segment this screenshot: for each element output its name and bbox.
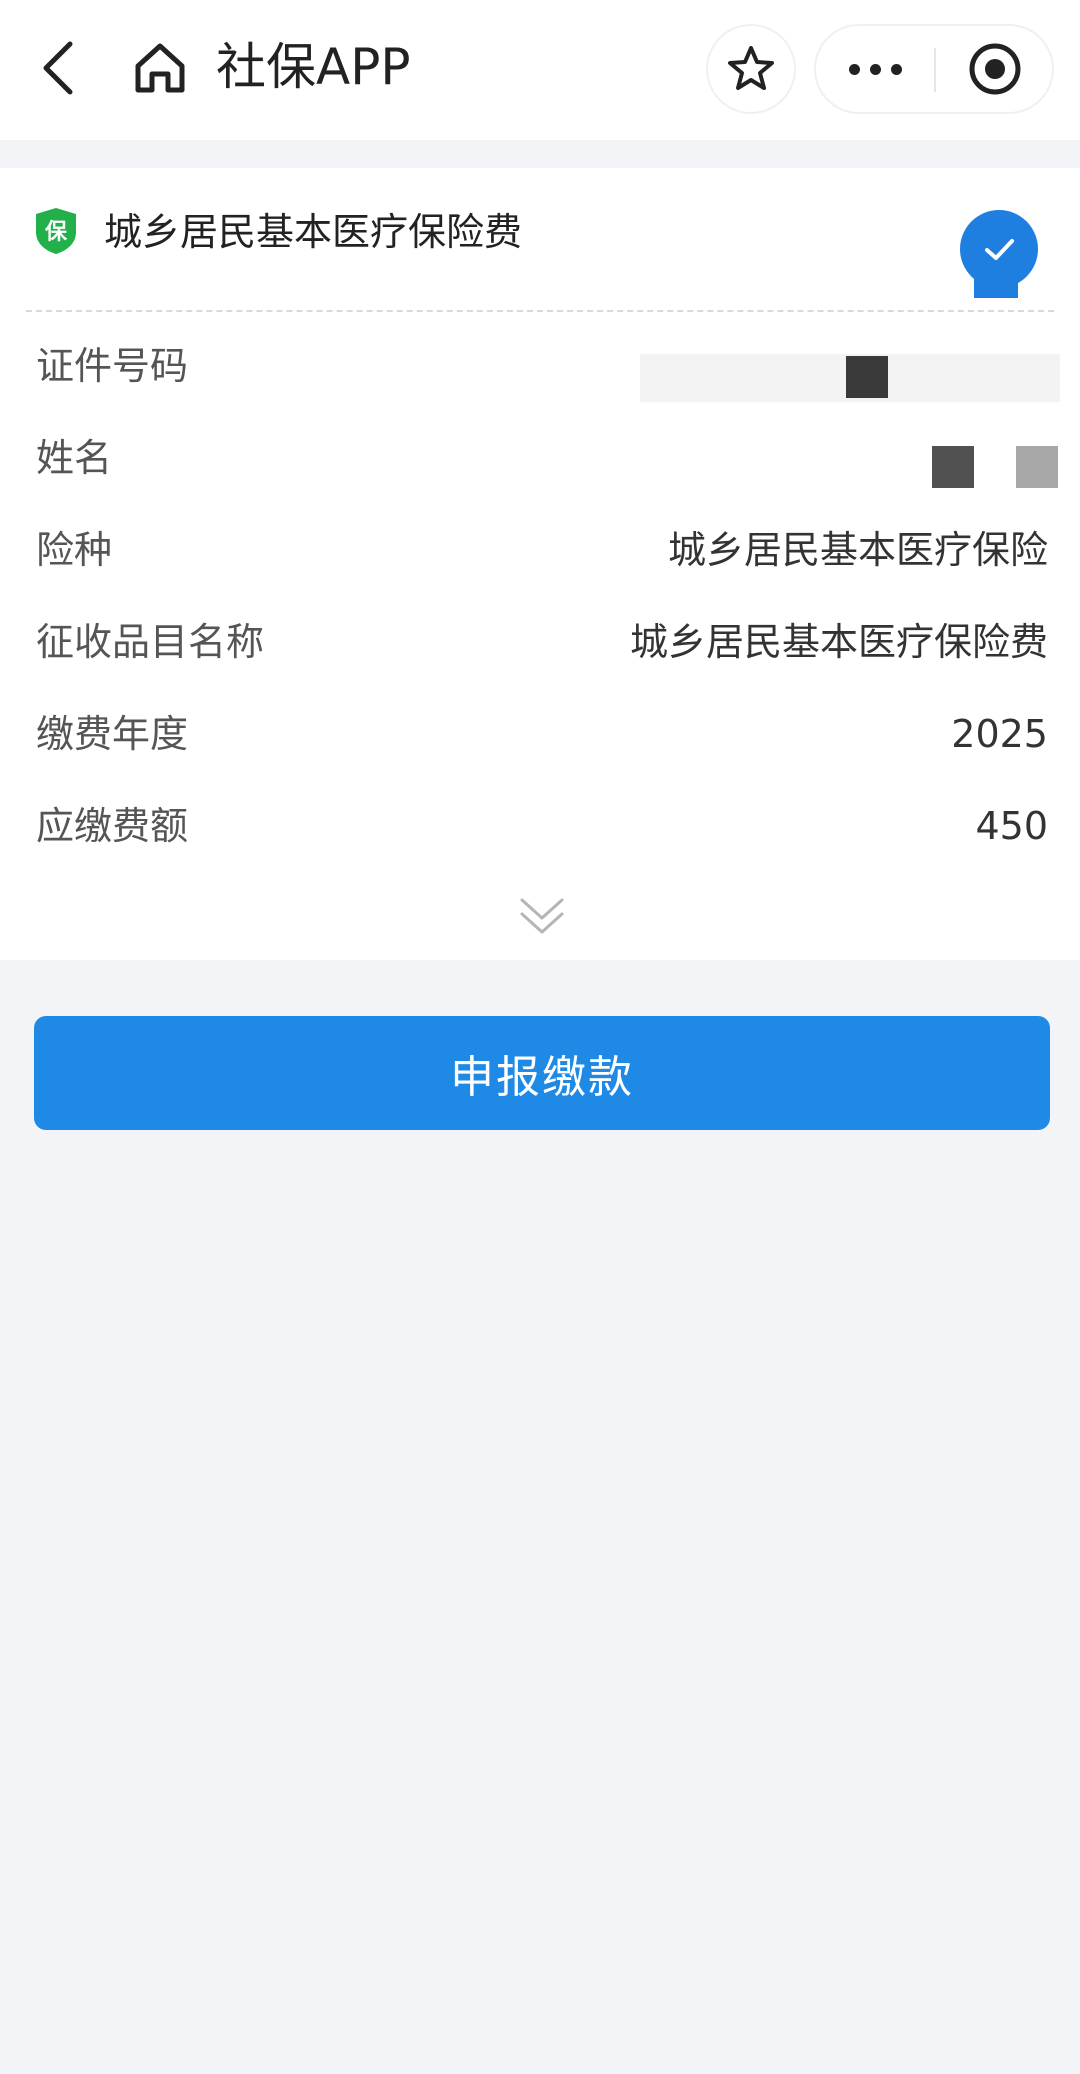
select-checkbox[interactable] <box>960 210 1040 302</box>
badge-text: 保 <box>44 220 68 245</box>
insurance-card: 保 城乡居民基本医疗保险费 证件号码 姓名 险种 城乡居民基本医疗保险 征收品目… <box>0 168 1080 960</box>
row-value: 城乡居民基本医疗保险 <box>667 528 1048 572</box>
row-name: 姓名 <box>0 412 1080 504</box>
privacy-mask <box>846 356 888 398</box>
target-icon <box>969 43 1021 95</box>
card-header: 保 城乡居民基本医疗保险费 <box>0 168 1080 310</box>
row-label: 证件号码 <box>36 344 189 388</box>
close-program-button[interactable] <box>936 26 1054 112</box>
declare-and-pay-button[interactable]: 申报缴款 <box>34 1016 1050 1130</box>
privacy-mask <box>1016 446 1058 488</box>
home-icon <box>135 43 185 93</box>
page-title: 社保APP <box>216 38 411 96</box>
row-value: 城乡居民基本医疗保险费 <box>629 620 1048 664</box>
home-button[interactable] <box>128 36 192 100</box>
card-title: 城乡居民基本医疗保险费 <box>104 210 523 254</box>
double-chevron-down-icon <box>520 898 564 934</box>
row-collection-item: 征收品目名称 城乡居民基本医疗保险费 <box>0 596 1080 688</box>
check-circle <box>960 210 1038 288</box>
expand-button[interactable] <box>512 886 572 946</box>
row-value: 450 <box>975 804 1048 848</box>
top-nav-bar: 社保APP <box>0 0 1080 140</box>
check-icon <box>985 239 1014 260</box>
mini-program-capsule <box>814 24 1054 114</box>
row-label: 应缴费额 <box>36 804 189 848</box>
shield-icon: 保 <box>36 208 76 254</box>
back-button[interactable] <box>30 36 86 100</box>
row-label: 险种 <box>36 528 113 572</box>
row-payment-year: 缴费年度 2025 <box>0 688 1080 780</box>
row-insurance-type: 险种 城乡居民基本医疗保险 <box>0 504 1080 596</box>
header-divider <box>26 310 1054 312</box>
privacy-mask <box>932 446 974 488</box>
more-dots-icon <box>848 63 902 75</box>
row-label: 缴费年度 <box>36 712 189 756</box>
row-amount-due: 应缴费额 450 <box>0 780 1080 872</box>
favorite-button[interactable] <box>706 24 796 114</box>
more-button[interactable] <box>816 26 934 112</box>
star-icon <box>728 46 774 90</box>
row-value: 2025 <box>951 712 1048 756</box>
chevron-left-icon <box>43 41 73 95</box>
row-id-number: 证件号码 <box>0 320 1080 412</box>
row-label: 姓名 <box>36 436 113 480</box>
row-label: 征收品目名称 <box>36 620 265 664</box>
